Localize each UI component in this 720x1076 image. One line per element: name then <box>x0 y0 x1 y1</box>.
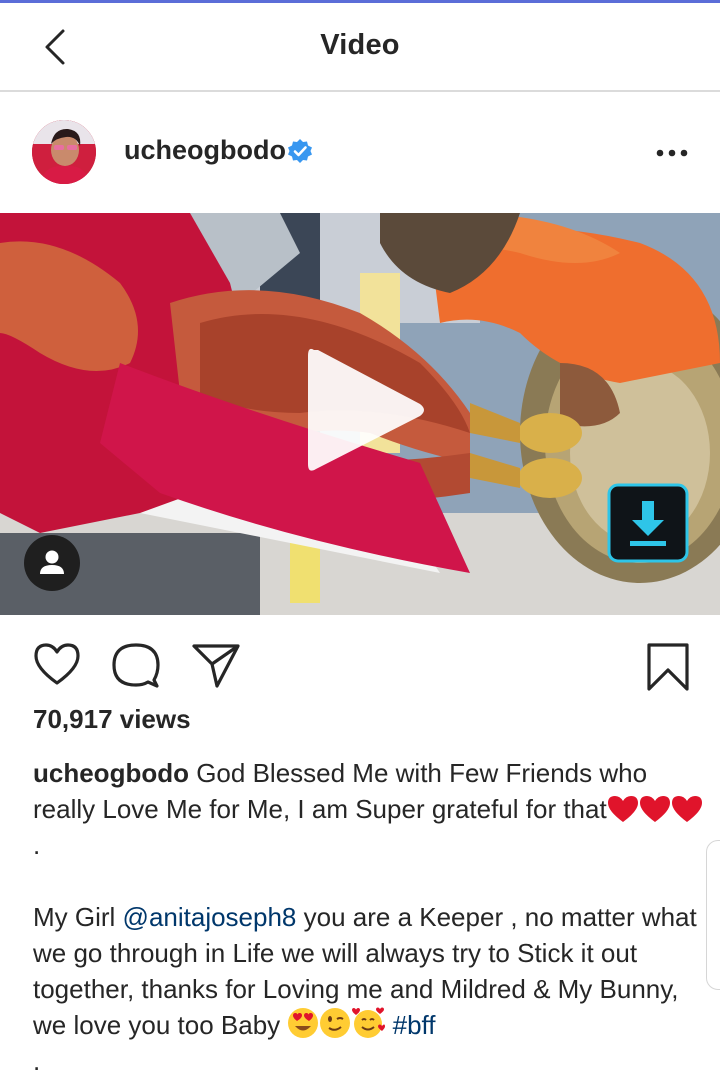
red-heart-emoji-icon <box>607 796 638 822</box>
avatar[interactable] <box>32 120 96 184</box>
caption-trailing: . <box>33 1046 41 1076</box>
video-thumbnail[interactable] <box>0 213 720 615</box>
download-button[interactable] <box>606 482 690 564</box>
red-heart-emoji-icon <box>639 796 670 822</box>
tag-user-button[interactable] <box>24 535 80 591</box>
play-icon[interactable] <box>300 340 430 480</box>
mention-link[interactable]: @anitajoseph8 <box>123 902 297 932</box>
send-paper-plane-icon[interactable] <box>190 640 242 690</box>
caption-text-2a: My Girl <box>33 902 123 932</box>
hashtag-link[interactable]: #bff <box>393 1010 436 1040</box>
caption-paragraph-1: ucheogbodo God Blessed Me with Few Frien… <box>33 755 703 863</box>
caption-paragraph-2: My Girl @anitajoseph8 you are a Keeper ,… <box>33 899 703 1043</box>
heart-icon[interactable] <box>32 640 82 688</box>
user-tag-icon <box>24 535 80 591</box>
post-actions-bar <box>0 632 720 696</box>
caption-username[interactable]: ucheogbodo <box>33 758 189 788</box>
verified-badge-icon <box>288 139 312 163</box>
top-bar: Video <box>0 3 720 92</box>
post-caption: ucheogbodo God Blessed Me with Few Frien… <box>33 755 703 1076</box>
view-count: 70,917 views <box>33 704 191 734</box>
edge-panel-handle[interactable] <box>706 840 720 990</box>
red-heart-emoji-icon <box>671 796 702 822</box>
more-options-icon[interactable] <box>652 143 692 163</box>
page-title: Video <box>320 29 400 61</box>
comment-bubble-icon[interactable] <box>110 640 162 690</box>
caption-text-1-end: . <box>33 830 41 860</box>
smiling-face-with-hearts-emoji-icon <box>352 1007 386 1038</box>
heart-eyes-emoji-icon <box>288 1008 319 1038</box>
bookmark-icon[interactable] <box>644 640 692 694</box>
post-header: ucheogbodo <box>0 95 720 213</box>
post-username[interactable]: ucheogbodo <box>124 135 286 166</box>
winking-face-emoji-icon <box>320 1008 351 1038</box>
download-icon <box>607 483 689 563</box>
